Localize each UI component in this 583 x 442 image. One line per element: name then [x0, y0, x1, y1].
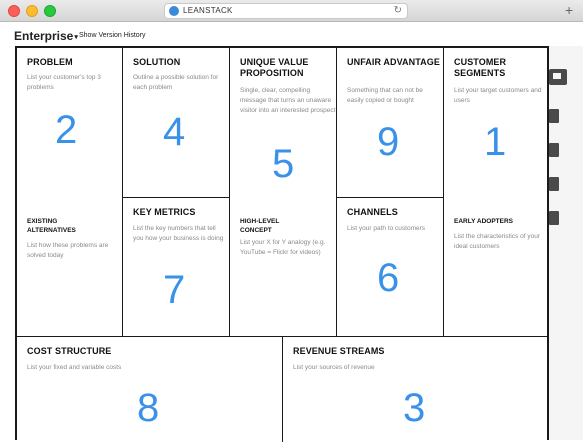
existing-alternatives-desc: List how these problems are solved today — [27, 242, 109, 259]
link-icon[interactable] — [549, 143, 559, 157]
key-metrics-desc: List the key numbers that tell you how y… — [133, 225, 224, 242]
uvp-title: UNIQUE VALUE PROPOSITION — [240, 57, 309, 78]
revenue-streams-title: REVENUE STREAMS — [293, 346, 385, 356]
channels-number: 6 — [377, 256, 400, 300]
problem-title: PROBLEM — [27, 57, 73, 67]
lean-canvas: PROBLEM List your customer's top 3 probl… — [15, 46, 549, 442]
customer-segments-number: 1 — [484, 120, 507, 164]
channels-title: CHANNELS — [347, 207, 398, 217]
key-metrics-block[interactable]: KEY METRICS List the key numbers that te… — [123, 198, 230, 337]
zoom-window-button[interactable] — [44, 5, 56, 17]
cost-structure-desc: List your fixed and variable costs — [27, 364, 122, 371]
key-metrics-number: 7 — [163, 268, 186, 312]
uvp-desc: Single, clear, compelling message that t… — [240, 87, 336, 114]
problem-block[interactable]: PROBLEM List your customer's top 3 probl… — [17, 48, 123, 337]
channels-block[interactable]: CHANNELS List your path to customers 6 — [337, 198, 444, 337]
existing-alternatives-title: EXISTING ALTERNATIVES — [27, 218, 76, 234]
uvp-number: 5 — [272, 142, 295, 186]
new-tab-button[interactable]: + — [565, 2, 573, 18]
customer-segments-desc: List your target customers and users — [454, 87, 542, 104]
solution-block[interactable]: SOLUTION Outline a possible solution for… — [123, 48, 230, 198]
browser-titlebar: LEANSTACK ↻ + — [0, 0, 583, 22]
close-window-button[interactable] — [8, 5, 20, 17]
solution-desc: Outline a possible solution for each pro… — [133, 74, 219, 91]
channels-desc: List your path to customers — [347, 225, 426, 232]
high-level-concept-title: HIGH-LEVEL CONCEPT — [240, 218, 280, 234]
solution-number: 4 — [163, 110, 186, 154]
unfair-advantage-title: UNFAIR ADVANTAGE — [347, 57, 440, 67]
problem-number: 2 — [55, 108, 78, 152]
cost-structure-block[interactable]: COST STRUCTURE List your fixed and varia… — [17, 337, 283, 442]
customer-segments-title: CUSTOMER SEGMENTS — [454, 57, 507, 78]
high-level-concept-desc: List your X for Y analogy (e.g. YouTube … — [240, 239, 326, 256]
early-adopters-title: EARLY ADOPTERS — [454, 218, 513, 225]
customer-segments-block[interactable]: CUSTOMER SEGMENTS List your target custo… — [444, 48, 549, 337]
presentation-icon[interactable] — [549, 69, 567, 85]
print-icon[interactable] — [549, 211, 559, 225]
address-text: LEANSTACK — [183, 6, 233, 15]
canvas-name: Enterprise — [14, 29, 74, 43]
chevron-down-icon: ▾ — [74, 34, 78, 41]
unfair-advantage-block[interactable]: UNFAIR ADVANTAGE Something that can not … — [337, 48, 444, 198]
app-toolbar: Enterprise▾ Show Version History — [0, 22, 583, 46]
minimize-window-button[interactable] — [26, 5, 38, 17]
solution-title: SOLUTION — [133, 57, 181, 67]
revenue-streams-number: 3 — [403, 386, 426, 430]
unfair-advantage-number: 9 — [377, 120, 400, 164]
unique-value-proposition-block[interactable]: UNIQUE VALUE PROPOSITION Single, clear, … — [230, 48, 337, 337]
globe-icon — [169, 6, 179, 16]
trash-icon[interactable] — [549, 177, 559, 191]
problem-desc: List your customer's top 3 problems — [27, 74, 101, 91]
show-version-history-link[interactable]: Show Version History — [79, 32, 146, 39]
comment-icon[interactable] — [549, 109, 559, 123]
cost-structure-title: COST STRUCTURE — [27, 346, 112, 356]
key-metrics-title: KEY METRICS — [133, 207, 196, 217]
revenue-streams-block[interactable]: REVENUE STREAMS List your sources of rev… — [283, 337, 549, 442]
early-adopters-desc: List the characteristics of your ideal c… — [454, 233, 540, 250]
reload-icon[interactable]: ↻ — [394, 5, 402, 17]
cost-structure-number: 8 — [137, 386, 160, 430]
address-bar[interactable]: LEANSTACK ↻ — [164, 3, 408, 19]
revenue-streams-desc: List your sources of revenue — [293, 364, 375, 371]
canvas-selector[interactable]: Enterprise▾ — [14, 29, 78, 43]
side-toolbar — [549, 46, 583, 440]
unfair-advantage-desc: Something that can not be easily copied … — [347, 87, 423, 104]
